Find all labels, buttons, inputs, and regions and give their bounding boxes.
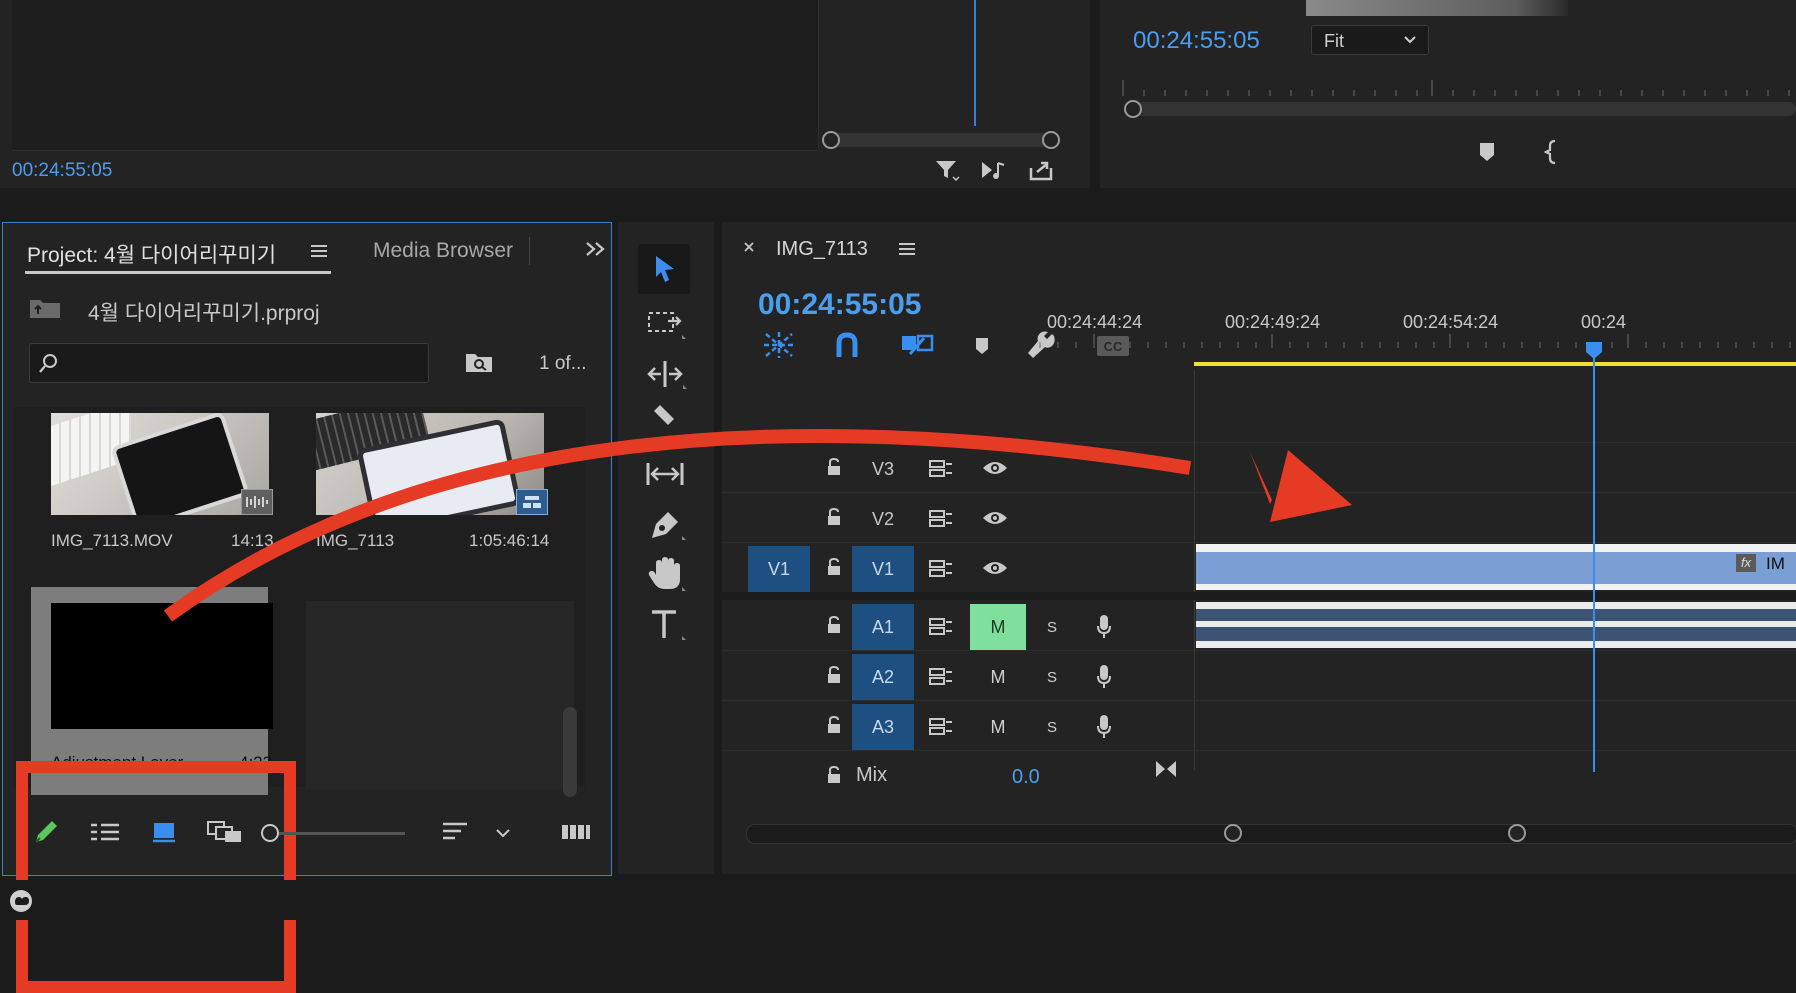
status-bar — [0, 880, 1796, 920]
annotation-arrow — [163, 428, 1352, 622]
creative-cloud-icon[interactable] — [4, 886, 38, 916]
